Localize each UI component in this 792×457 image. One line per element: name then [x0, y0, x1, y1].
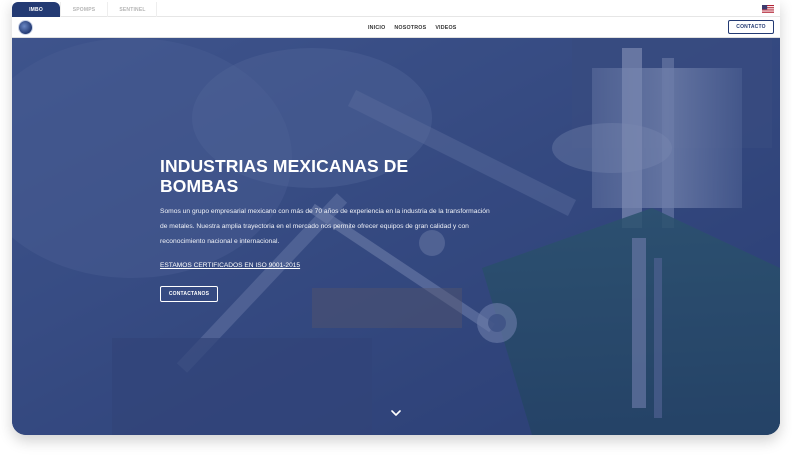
brand-tab-spomps[interactable]: SPOMPS [60, 2, 108, 17]
nav-link-nosotros[interactable]: NOSOTROS [394, 25, 426, 31]
main-navbar: INICIO NOSOTROS VIDEOS CONTACTO [12, 17, 780, 38]
iso-certification-link[interactable]: ESTAMOS CERTIFICADOS EN ISO 9001-2015 [160, 262, 300, 269]
contactanos-button[interactable]: CONTACTANOS [160, 286, 218, 302]
chevron-down-icon[interactable] [391, 409, 401, 417]
nav-link-inicio[interactable]: INICIO [368, 25, 385, 31]
brand-tab-imbo[interactable]: IMBO [12, 2, 60, 17]
brand-switcher-bar: IMBO SPOMPS SENTINEL [12, 0, 780, 17]
nav-links: INICIO NOSOTROS VIDEOS [368, 17, 457, 38]
brand-tab-sentinel[interactable]: SENTINEL [109, 2, 157, 17]
hero-title: INDUSTRIAS MEXICANAS DE BOMBAS [160, 156, 409, 196]
hero-description: Somos un grupo empresarial mexicano con … [160, 208, 490, 245]
hero-section: INDUSTRIAS MEXICANAS DE BOMBAS Somos un … [12, 38, 780, 435]
company-logo[interactable] [18, 20, 33, 35]
browser-page: IMBO SPOMPS SENTINEL INICIO NOSOTROS VID… [12, 0, 780, 435]
us-flag-icon[interactable] [762, 5, 774, 13]
hero-content: INDUSTRIAS MEXICANAS DE BOMBAS Somos un … [160, 156, 490, 302]
nav-link-videos[interactable]: VIDEOS [435, 25, 456, 31]
contact-button[interactable]: CONTACTO [728, 20, 774, 34]
